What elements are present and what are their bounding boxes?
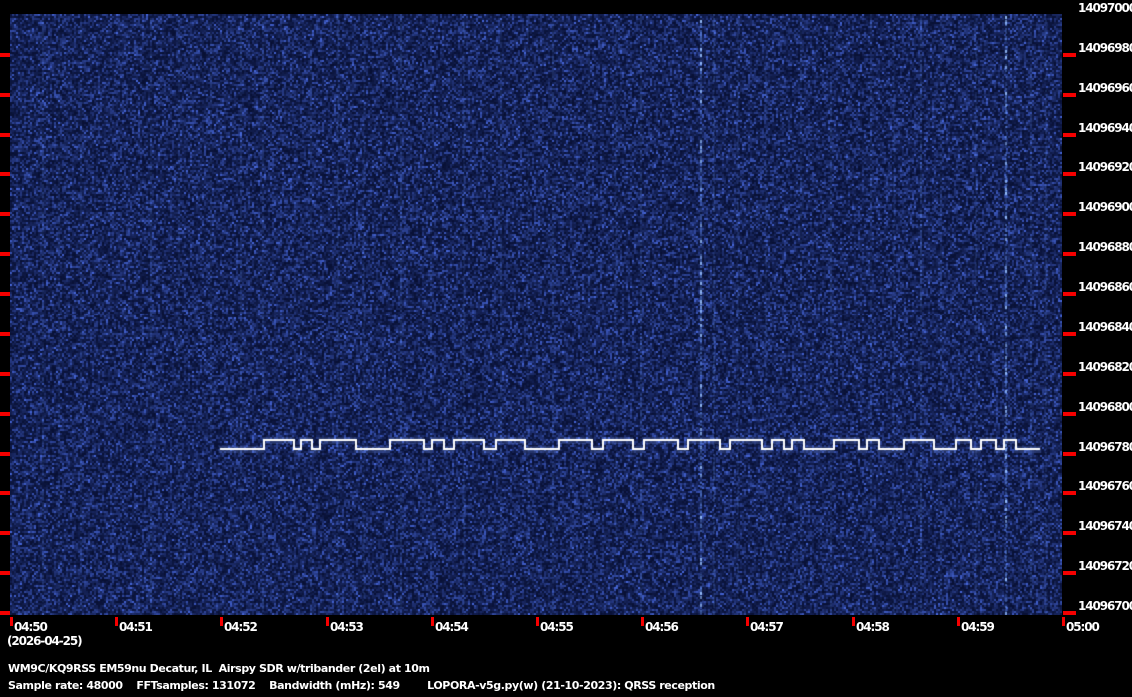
freq-tick-mark [1063,332,1076,336]
freq-tick-mark [1063,531,1076,535]
freq-tick-mark [1063,372,1076,376]
freq-tick-label: 14096940 [1078,121,1132,135]
freq-tick-mark [1063,53,1076,57]
time-tick-mark [536,617,539,626]
freq-tick-mark [1063,93,1076,97]
time-tick-label: 04:59 [961,620,994,634]
qrss-grabber-screen: 14097000 14096980 14096960 14096940 14096920… [0,0,1132,697]
left-tick-mark [0,452,10,456]
freq-tick-label: 14096980 [1078,41,1132,55]
freq-tick-mark [1063,252,1076,256]
left-tick-mark [0,212,10,216]
left-tick-mark [0,53,10,57]
freq-tick-mark [1063,292,1076,296]
time-tick-mark [10,617,13,626]
freq-tick-label: 14096840 [1078,320,1132,334]
time-tick-mark [641,617,644,626]
time-tick-mark [431,617,434,626]
freq-tick-label: 14096900 [1078,200,1132,214]
time-tick-label: 04:55 [540,620,573,634]
left-tick-mark [0,611,10,615]
time-tick-label: 04:52 [224,620,257,634]
freq-tick-label: 14096860 [1078,280,1132,294]
date-label: (2026-04-25) [7,634,82,648]
freq-tick-mark [1063,172,1076,176]
time-tick-label: 04:57 [750,620,783,634]
receiver-settings-line: Sample rate: 48000 FFTsamples: 131072 Ba… [8,679,715,692]
time-tick-mark [957,617,960,626]
time-tick-label: 05:00 [1066,620,1099,634]
waterfall-spectrogram [10,14,1062,615]
freq-tick-label: 14096920 [1078,160,1132,174]
freq-tick-mark [1063,212,1076,216]
time-tick-label: 04:54 [435,620,468,634]
freq-tick-label: 14096780 [1078,440,1132,454]
time-tick-label: 04:58 [856,620,889,634]
time-tick-label: 04:50 [14,620,47,634]
freq-tick-label: 14096880 [1078,240,1132,254]
left-tick-mark [0,332,10,336]
time-tick-label: 04:51 [119,620,152,634]
time-tick-mark [220,617,223,626]
station-info-line: WM9C/KQ9RSS EM59nu Decatur, IL Airspy SD… [8,662,430,675]
left-tick-mark [0,491,10,495]
left-tick-mark [0,172,10,176]
freq-tick-label: 14096700 [1078,599,1132,613]
time-tick-mark [746,617,749,626]
freq-tick-mark [1063,412,1076,416]
freq-tick-mark [1063,133,1076,137]
freq-tick-label: 14096720 [1078,559,1132,573]
left-tick-mark [0,372,10,376]
left-tick-mark [0,133,10,137]
freq-tick-label: 14096960 [1078,81,1132,95]
freq-tick-mark [1063,452,1076,456]
left-tick-mark [0,531,10,535]
left-tick-mark [0,252,10,256]
left-tick-mark [0,571,10,575]
freq-tick-label: 14097000 [1078,1,1132,15]
freq-tick-label: 14096820 [1078,360,1132,374]
time-tick-label: 04:56 [645,620,678,634]
left-tick-mark [0,93,10,97]
time-tick-mark [1062,617,1065,626]
left-tick-mark [0,412,10,416]
time-tick-mark [326,617,329,626]
freq-tick-mark [1063,611,1076,615]
freq-tick-label: 14096740 [1078,519,1132,533]
time-tick-mark [852,617,855,626]
freq-tick-mark [1063,571,1076,575]
left-tick-mark [0,292,10,296]
freq-tick-mark [1063,491,1076,495]
time-tick-mark [115,617,118,626]
freq-tick-label: 14096800 [1078,400,1132,414]
time-tick-label: 04:53 [330,620,363,634]
freq-tick-label: 14096760 [1078,479,1132,493]
